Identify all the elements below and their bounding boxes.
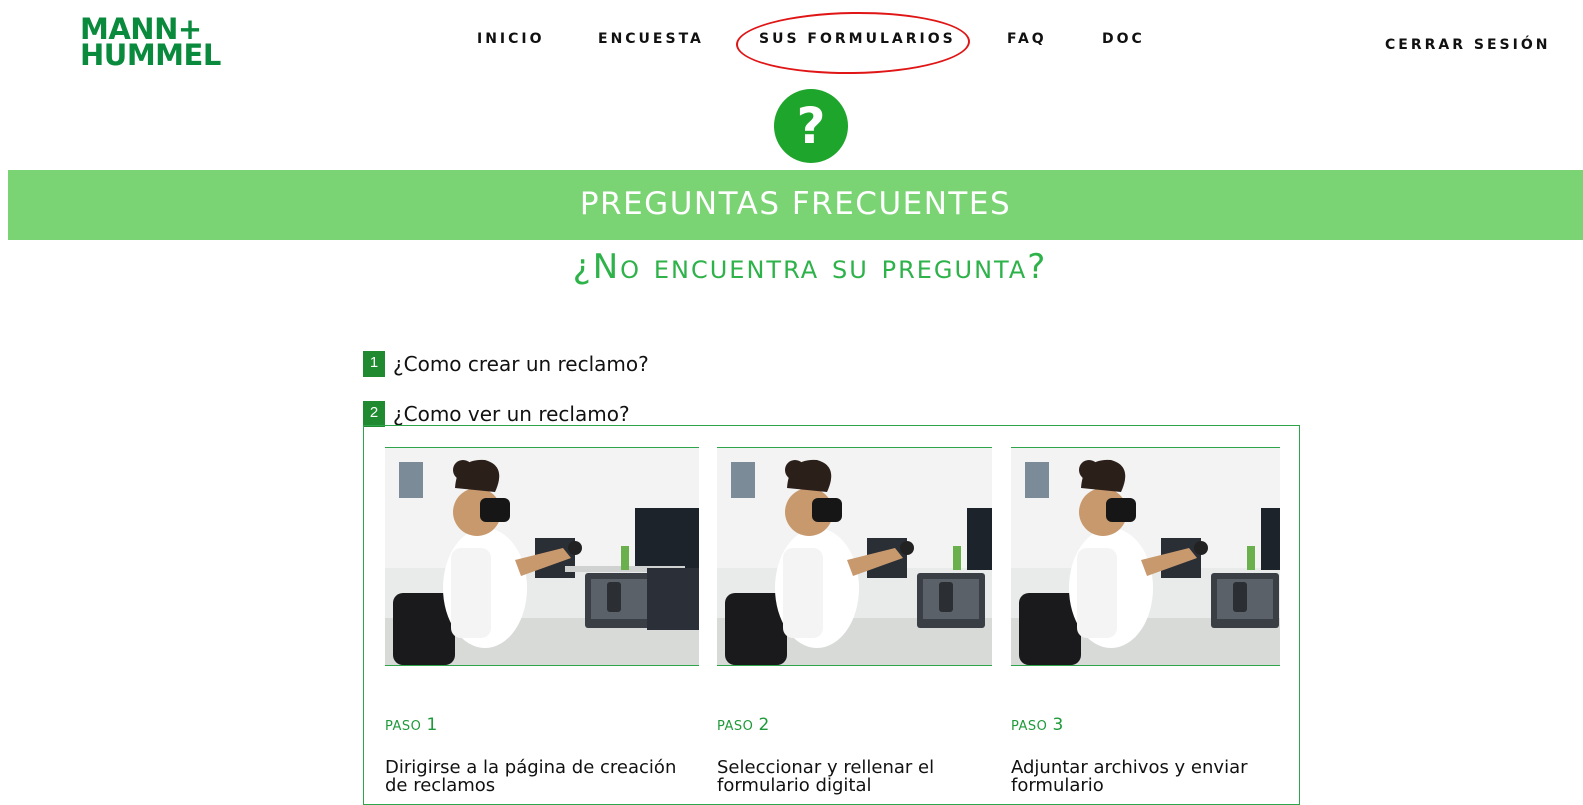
faq-banner: PREGUNTAS FRECUENTES <box>8 170 1583 240</box>
step-label: PASO 3 <box>1011 715 1064 735</box>
question-mark-icon: ? <box>774 89 848 163</box>
step-card: PASO 1 Dirigirse a la página de creación… <box>385 447 699 795</box>
step-card: PASO 3 Adjuntar archivos y enviar formul… <box>1011 447 1280 795</box>
red-circle-annotation <box>735 10 971 76</box>
nav-item-faq[interactable]: FAQ <box>1007 31 1047 47</box>
step-label: PASO 1 <box>385 715 438 735</box>
step-photo <box>1011 447 1280 666</box>
faq-number-badge: 1 <box>363 351 385 377</box>
step-label: PASO 2 <box>717 715 770 735</box>
nav-item-encuesta[interactable]: ENCUESTA <box>598 31 704 47</box>
banner-title: PREGUNTAS FRECUENTES <box>579 186 1012 222</box>
faq-question[interactable]: ¿Como ver un reclamo? <box>393 401 630 427</box>
not-found-subtitle: ¿No encuentra su pregunta? <box>572 247 1048 287</box>
faq-item[interactable]: 2 ¿Como ver un reclamo? <box>363 401 630 427</box>
faq-number-badge: 2 <box>363 401 385 427</box>
faq-item[interactable]: 1 ¿Como crear un reclamo? <box>363 351 649 377</box>
nav-item-inicio[interactable]: INICIO <box>477 31 545 47</box>
mann-hummel-logo[interactable]: MANN+ HUMMEL <box>80 15 222 72</box>
step-description: Adjuntar archivos y enviar formulario <box>1011 757 1248 796</box>
step-photo <box>385 447 699 666</box>
faq-answer-panel: PASO 1 Dirigirse a la página de creación… <box>363 425 1300 805</box>
step-card: PASO 2 Seleccionar y rellenar el formula… <box>717 447 992 795</box>
logout-link[interactable]: CERRAR SESIÓN <box>1385 37 1550 53</box>
step-description: Seleccionar y rellenar el formulario dig… <box>717 757 935 796</box>
step-photo <box>717 447 992 666</box>
logo-line-2: HUMMEL <box>80 37 221 72</box>
nav-item-doc[interactable]: DOC <box>1102 31 1145 47</box>
step-description: Dirigirse a la página de creación de rec… <box>385 757 677 796</box>
faq-question[interactable]: ¿Como crear un reclamo? <box>393 351 649 377</box>
